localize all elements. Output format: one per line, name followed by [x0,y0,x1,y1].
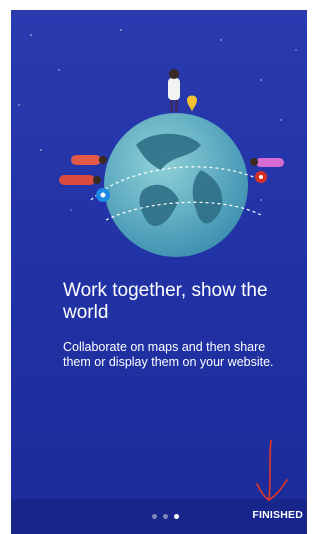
onboarding-description: Collaborate on maps and then share them … [63,340,274,369]
page-indicator [152,514,182,520]
page-dot-1 [152,514,157,519]
finished-button[interactable]: FINISHED [252,509,303,521]
onboarding-screen: Work together, show the world Collaborat… [11,10,307,534]
page-dot-2 [163,514,168,519]
globe-illustration [59,69,284,257]
onboarding-title: Work together, show the world [63,280,268,323]
page-dot-3-active [174,514,179,519]
down-arrow-annotation [256,440,288,501]
